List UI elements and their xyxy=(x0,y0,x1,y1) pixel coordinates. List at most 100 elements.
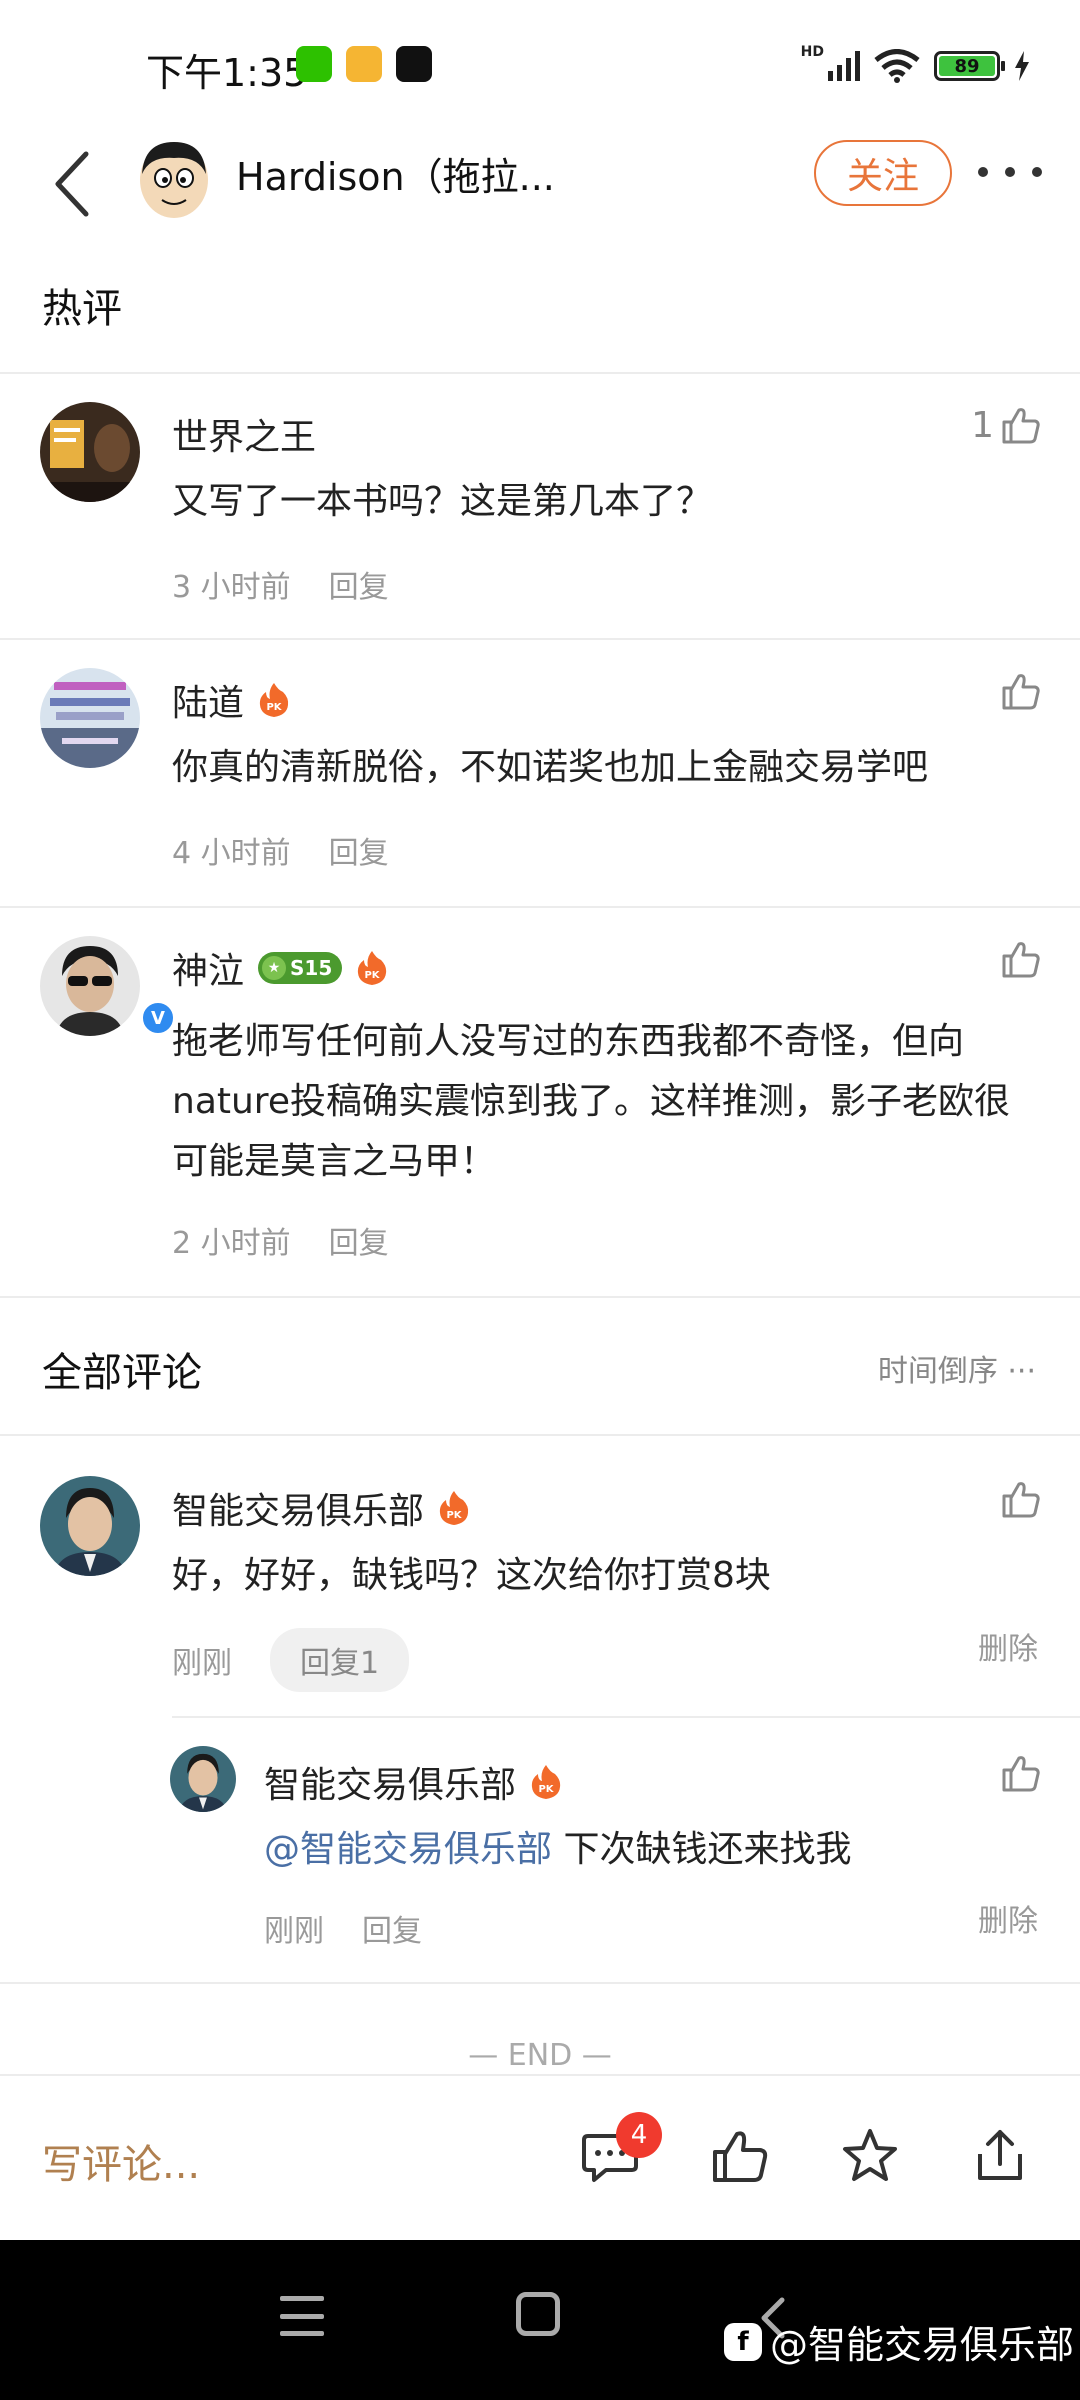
more-icon: ··· xyxy=(997,1354,1036,1389)
reply-button[interactable]: 回复 xyxy=(329,828,389,872)
commenter-name[interactable]: 智能交易俱乐部 xyxy=(172,1482,424,1534)
divider xyxy=(0,1982,1080,1984)
comment-time: 刚刚 xyxy=(264,1914,324,1949)
comment-text: 你真的清新脱俗，不如诺奖也加上金融交易学吧 xyxy=(172,747,929,788)
comment-header: 智能交易俱乐部 PK xyxy=(172,1482,470,1534)
author-avatar[interactable] xyxy=(138,136,210,220)
comment-header: 智能交易俱乐部 PK xyxy=(264,1756,562,1808)
hot-comment-item: V 神泣 ★ S15 PK 拖老师写任何前人没写过的东西我都不奇怪，但向natu… xyxy=(0,908,1080,1296)
comment-time: 2 小时前 xyxy=(172,1226,291,1261)
thumb-up-icon xyxy=(1002,674,1040,710)
more-icon[interactable] xyxy=(978,152,1042,192)
pk-badge-icon: PK xyxy=(259,683,289,717)
home-icon[interactable] xyxy=(516,2292,560,2336)
svg-text:PK: PK xyxy=(446,1510,462,1521)
thumb-up-icon xyxy=(1002,1482,1040,1518)
divider xyxy=(0,1296,1080,1298)
verified-icon: V xyxy=(140,1000,176,1036)
sort-label: 时间倒序 xyxy=(877,1354,998,1389)
status-bar: 下午1:35 HD 89 xyxy=(0,0,1080,132)
reply-button[interactable]: 回复 xyxy=(329,562,389,606)
sort-toggle[interactable]: 时间倒序 ··· xyxy=(878,1346,1036,1390)
comment-meta: 3 小时前 回复 xyxy=(172,562,389,606)
wechat-icon xyxy=(296,46,332,82)
commenter-name[interactable]: 智能交易俱乐部 xyxy=(264,1756,516,1808)
delete-button[interactable]: 删除 xyxy=(978,1896,1038,1940)
hot-comment-item: 陆道 PK 你真的清新脱俗，不如诺奖也加上金融交易学吧 4 小时前 回复 xyxy=(0,640,1080,906)
comment-meta: 刚刚 回复1 xyxy=(172,1628,410,1692)
tiktok-icon xyxy=(396,46,432,82)
commenter-name[interactable]: 世界之王 xyxy=(172,408,316,460)
system-nav-bar: f @智能交易俱乐部 xyxy=(0,2240,1080,2400)
share-icon[interactable] xyxy=(970,2126,1030,2186)
bottom-action-bar: 写评论... 4 xyxy=(0,2074,1080,2240)
author-name[interactable]: Hardison（拖拉... xyxy=(236,146,555,201)
thumb-up-icon[interactable] xyxy=(710,2126,770,2186)
star-icon[interactable] xyxy=(840,2126,900,2186)
commenter-name[interactable]: 神泣 xyxy=(172,942,244,994)
avatar[interactable] xyxy=(170,1746,236,1812)
avatar[interactable] xyxy=(40,668,140,768)
pk-badge-icon: PK xyxy=(439,1491,469,1525)
thumb-up-icon xyxy=(1002,408,1040,444)
star-icon: ★ xyxy=(262,956,287,980)
sub-reply-item: 智能交易俱乐部 PK @智能交易俱乐部 下次缺钱还来找我 刚刚 回复 删除 xyxy=(0,1718,1080,1982)
follow-button[interactable]: 关注 xyxy=(814,140,952,206)
comment-item: 智能交易俱乐部 PK 好，好好，缺钱吗？这次给你打赏8块 刚刚 回复1 删除 xyxy=(0,1436,1080,1716)
comment-meta: 4 小时前 回复 xyxy=(172,828,389,872)
all-comments-title: 全部评论 xyxy=(42,1350,202,1396)
like-button[interactable] xyxy=(994,670,1042,712)
end-marker: — END — xyxy=(468,2038,612,2073)
avatar[interactable] xyxy=(40,402,140,502)
comment-count-badge: 4 xyxy=(616,2112,662,2158)
reply-button[interactable]: 回复 xyxy=(329,1218,389,1262)
thumb-up-icon xyxy=(1002,1756,1040,1792)
watermark-logo: f xyxy=(724,2322,762,2361)
svg-text:PK: PK xyxy=(266,702,282,713)
commenter-name[interactable]: 陆道 xyxy=(172,674,244,726)
level-label: S15 xyxy=(290,956,333,980)
comment-time: 4 小时前 xyxy=(172,836,291,871)
comment-time: 3 小时前 xyxy=(172,570,291,605)
status-time: 下午1:35 xyxy=(146,51,308,95)
network-label: HD xyxy=(800,44,824,60)
pk-badge-icon: PK xyxy=(531,1765,561,1799)
like-button[interactable] xyxy=(1000,1752,1042,1794)
reply-count-button[interactable]: 回复1 xyxy=(270,1628,410,1692)
like-button[interactable] xyxy=(994,938,1042,980)
battery-level: 89 xyxy=(939,56,995,77)
comment-meta: 2 小时前 回复 xyxy=(172,1218,389,1262)
comment-text: @智能交易俱乐部 下次缺钱还来找我 xyxy=(264,1820,1044,1880)
comment-text: 又写了一本书吗？这是第几本了？ xyxy=(172,481,713,522)
status-indicators: HD 89 xyxy=(801,44,1030,88)
avatar[interactable] xyxy=(40,1476,140,1576)
wifi-icon xyxy=(874,49,920,83)
watermark: f @智能交易俱乐部 xyxy=(724,2314,1074,2369)
mention-link[interactable]: @智能交易俱乐部 xyxy=(264,1829,552,1870)
comment-header: 陆道 PK xyxy=(172,674,290,726)
hot-comment-item: 世界之王 1 又写了一本书吗？这是第几本了？ 3 小时前 回复 xyxy=(0,374,1080,638)
delete-button[interactable]: 删除 xyxy=(978,1624,1038,1668)
signal-icon xyxy=(828,51,860,81)
level-badge: ★ S15 xyxy=(258,952,343,984)
reply-text: 下次缺钱还来找我 xyxy=(552,1829,852,1870)
svg-text:PK: PK xyxy=(538,1784,554,1795)
comment-text: 拖老师写任何前人没写过的东西我都不奇怪，但向nature投稿确实震惊到我了。这样… xyxy=(172,1021,1010,1182)
comment-header: 神泣 ★ S15 PK xyxy=(172,942,388,994)
avatar[interactable]: V xyxy=(40,936,176,1036)
comment-meta: 刚刚 回复 xyxy=(264,1906,422,1950)
like-count: 1 xyxy=(971,404,994,446)
write-comment-input[interactable]: 写评论... xyxy=(42,2132,200,2190)
back-icon[interactable] xyxy=(48,146,96,222)
header: Hardison（拖拉... 关注 xyxy=(0,132,1080,262)
recent-apps-icon[interactable] xyxy=(280,2296,324,2336)
like-button[interactable] xyxy=(1000,1478,1042,1520)
watermark-text: @智能交易俱乐部 xyxy=(770,2323,1075,2367)
like-button[interactable]: 1 xyxy=(971,404,1042,446)
svg-text:PK: PK xyxy=(365,970,381,981)
charging-icon xyxy=(1015,51,1029,81)
reply-button[interactable]: 回复 xyxy=(362,1906,422,1950)
notes-icon xyxy=(346,46,382,82)
battery-icon: 89 xyxy=(934,51,1005,81)
thumb-up-icon xyxy=(1002,942,1040,978)
